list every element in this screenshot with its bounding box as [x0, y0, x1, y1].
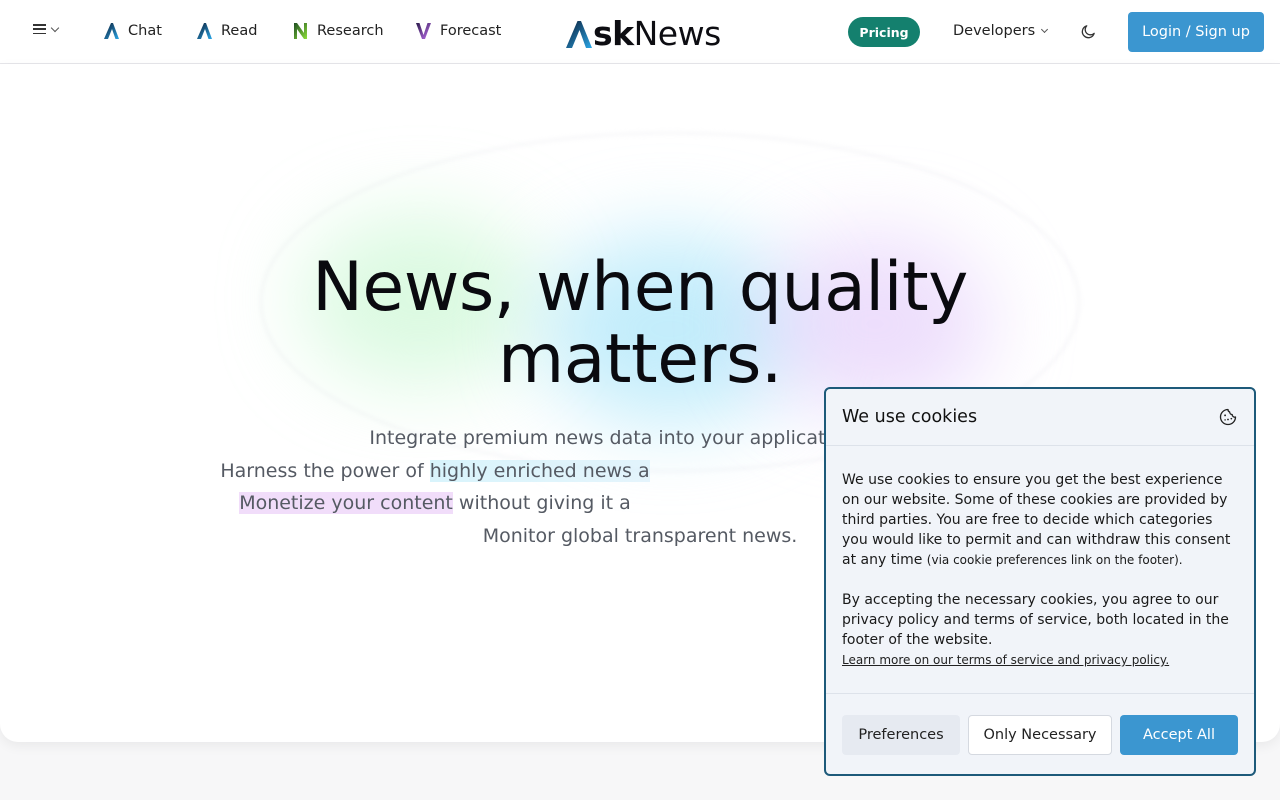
cookie-paragraph-2: By accepting the necessary cookies, you … [842, 592, 1229, 648]
developers-label: Developers [953, 23, 1036, 39]
cookie-consent-dialog: We use cookies We use cookies to ensure … [824, 387, 1256, 776]
cookie-dialog-body: We use cookies to ensure you get the bes… [826, 446, 1254, 694]
headline-line-1: News, when quality [312, 248, 968, 327]
research-n-icon [294, 23, 307, 39]
only-necessary-button[interactable]: Only Necessary [968, 715, 1112, 755]
highlight-enriched-news: highly enriched news a [429, 459, 650, 482]
nav-research-label: Research [317, 23, 384, 39]
pricing-button[interactable]: Pricing [848, 17, 920, 47]
cookie-dialog-header: We use cookies [826, 389, 1254, 446]
cookie-icon [1219, 408, 1237, 426]
main-menu-button[interactable] [33, 23, 60, 34]
nav-read[interactable]: Read [196, 22, 257, 40]
asknews-a-icon [104, 23, 119, 39]
chevron-down-icon [50, 23, 60, 32]
nav-chat[interactable]: Chat [103, 22, 162, 40]
nav-forecast[interactable]: Forecast [415, 22, 501, 40]
sub-line-2-text: Harness the power of [220, 459, 424, 482]
developers-menu[interactable]: Developers [953, 23, 1049, 39]
forecast-v-icon [416, 23, 431, 39]
chevron-down-icon [1041, 25, 1049, 34]
preferences-button[interactable]: Preferences [842, 715, 960, 755]
logo-text-bold: sk [593, 14, 634, 53]
hamburger-icon [33, 24, 46, 34]
logo-text-light: News [633, 14, 722, 53]
nav-read-label: Read [221, 23, 258, 39]
top-nav-bar: Chat Read Research Forecast sk News Prici… [0, 0, 1280, 64]
nav-forecast-label: Forecast [440, 23, 502, 39]
cookie-para1-note: (via cookie preferences link on the foot… [926, 553, 1183, 567]
headline-line-2: matters. [497, 320, 783, 399]
login-signup-button[interactable]: Login / Sign up [1128, 12, 1264, 52]
asknews-a-icon [197, 23, 212, 39]
highlight-monetize: Monetize your content [239, 492, 453, 514]
asknews-logo[interactable]: sk News [565, 14, 721, 53]
cookie-paragraph-1: We use cookies to ensure you get the bes… [842, 470, 1238, 570]
hero-headline: News, when quality matters. [0, 252, 1280, 396]
asknews-logo-mark [566, 20, 592, 48]
moon-icon[interactable] [1080, 23, 1097, 40]
nav-research[interactable]: Research [292, 22, 384, 40]
learn-more-link[interactable]: Learn more on our terms of service and p… [842, 650, 1238, 670]
accept-all-button[interactable]: Accept All [1120, 715, 1238, 755]
nav-chat-label: Chat [128, 23, 162, 39]
sub-line-3-text: without giving it a [458, 492, 631, 514]
cookie-dialog-title: We use cookies [842, 407, 978, 427]
